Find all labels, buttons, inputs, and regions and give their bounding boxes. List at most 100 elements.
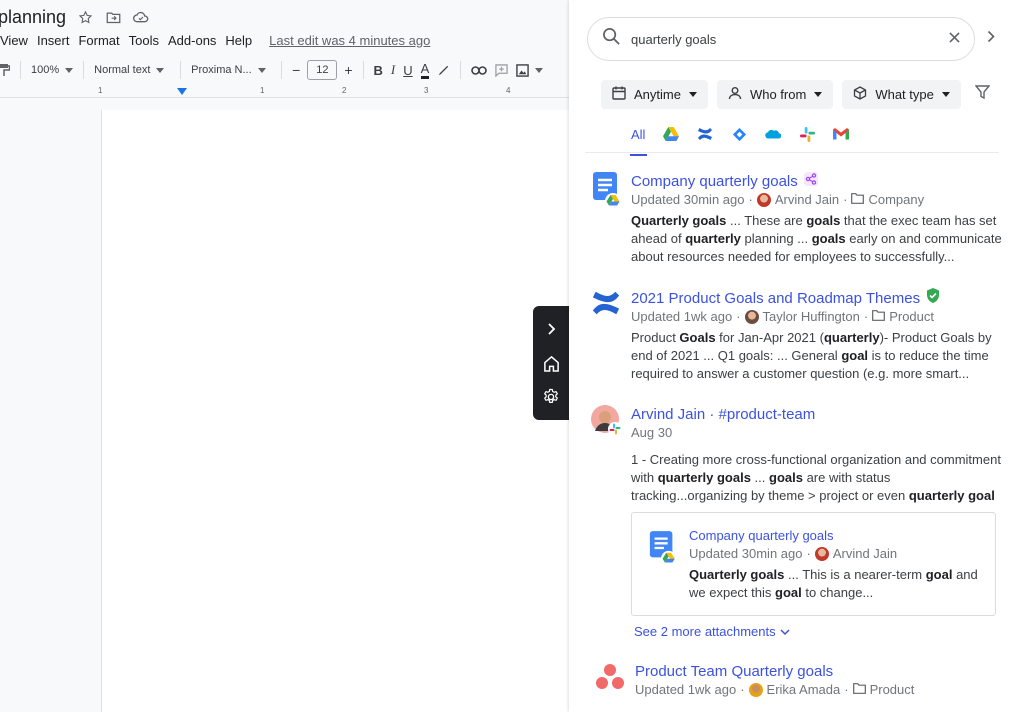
font-select[interactable]: Proxima N...: [187, 58, 275, 82]
result-snippet: Product Goals for Jan-Apr 2021 (quarterl…: [631, 329, 1003, 383]
collapse-panel-icon[interactable]: [987, 30, 995, 48]
text-color-label: A: [420, 61, 430, 79]
snippet-text: ...: [750, 470, 769, 485]
result-body: Product Team Quarterly goals Updated 1wk…: [635, 662, 1007, 699]
filter-what-type[interactable]: What type: [842, 80, 961, 109]
font-size-input[interactable]: 12: [307, 60, 338, 80]
snippet-text: for Jan-Apr 2021 (: [715, 330, 824, 345]
filter-what-type-label: What type: [875, 87, 934, 102]
underline-button[interactable]: U: [399, 58, 416, 82]
clear-search-icon[interactable]: [949, 30, 960, 48]
folder-icon: [852, 681, 866, 699]
google-docs-icon: [648, 531, 678, 570]
snippet-highlight: goal: [841, 348, 869, 363]
result-snippet: 1 - Creating more cross-functional organ…: [631, 451, 1003, 505]
more-attachments-link[interactable]: See 2 more attachments: [634, 624, 790, 639]
style-select[interactable]: Normal text: [90, 58, 174, 82]
docs-menu-bar: View Insert Format Tools Add-ons Help La…: [0, 31, 439, 49]
home-icon[interactable]: [541, 353, 561, 373]
chevron-right-icon[interactable]: [541, 319, 561, 339]
menu-addons[interactable]: Add-ons: [168, 33, 216, 48]
filter-anytime[interactable]: Anytime: [601, 80, 708, 109]
menu-insert[interactable]: Insert: [37, 33, 70, 48]
menu-tools[interactable]: Tools: [129, 33, 159, 48]
result-title-row: Arvind Jain · #product-team: [631, 405, 1003, 424]
doc-title[interactable]: planning: [0, 7, 66, 28]
attachment-snippet: Quarterly goals ... This is a nearer-ter…: [689, 566, 989, 602]
asana-icon: [595, 662, 627, 694]
result-title-row: Company quarterly goals: [631, 172, 1003, 191]
last-edit-link[interactable]: Last edit was 4 minutes ago: [269, 33, 430, 48]
star-icon[interactable]: [76, 8, 94, 26]
attachment-meta: Updated 30min ago · Arvind Jain: [689, 545, 989, 563]
result-location[interactable]: Product: [870, 681, 915, 699]
search-box[interactable]: quarterly goals: [587, 17, 975, 61]
ruler[interactable]: 1 1 2 3 4: [0, 86, 570, 98]
screen: planning View Insert Format Tools Add-on…: [0, 0, 1015, 712]
jira-icon[interactable]: [731, 126, 747, 142]
result-title[interactable]: 2021 Product Goals and Roadmap Themes: [631, 289, 920, 308]
link-icon[interactable]: [467, 58, 491, 82]
zoom-select[interactable]: 100%: [27, 58, 77, 82]
text-color-button[interactable]: A: [417, 58, 434, 82]
shared-icon: [803, 172, 818, 191]
move-folder-icon[interactable]: [104, 8, 122, 26]
result-snippet: Quarterly goals ... These are goals that…: [631, 212, 1003, 266]
result-author[interactable]: Arvind Jain: [775, 191, 839, 209]
snippet-text: Product: [631, 330, 680, 345]
menu-help[interactable]: Help: [225, 33, 252, 48]
insert-image-icon[interactable]: [512, 58, 547, 82]
result-date: Aug 30: [631, 425, 673, 440]
google-drive-icon[interactable]: [663, 126, 680, 142]
result-location[interactable]: Product: [889, 308, 934, 326]
salesforce-icon[interactable]: [765, 126, 782, 142]
more-attachments-label: See 2 more attachments: [634, 624, 776, 639]
meta-dot: ·: [740, 682, 745, 697]
result-body: 2021 Product Goals and Roadmap Themes Up…: [631, 288, 1003, 383]
sidebar-toggle-panel: [533, 306, 569, 420]
italic-button[interactable]: I: [387, 58, 399, 82]
comment-icon[interactable]: [491, 58, 512, 82]
slack-icon[interactable]: [799, 126, 815, 142]
bold-button[interactable]: B: [370, 58, 387, 82]
result-location[interactable]: Company: [868, 191, 924, 209]
tab-all[interactable]: All: [629, 127, 648, 156]
highlight-pen-icon[interactable]: [433, 58, 454, 82]
gear-icon[interactable]: [541, 387, 561, 407]
attachment-title[interactable]: Company quarterly goals: [689, 527, 989, 545]
ruler-mark: 3: [424, 86, 429, 95]
document-page[interactable]: [101, 110, 571, 712]
search-input[interactable]: quarterly goals: [631, 32, 949, 47]
toolbar-divider: [20, 61, 21, 79]
toolbar-divider: [281, 61, 283, 79]
cloud-saved-icon[interactable]: [132, 8, 150, 26]
result-title[interactable]: Arvind Jain · #product-team: [631, 405, 815, 424]
confluence-icon[interactable]: [697, 126, 713, 142]
snippet-highlight: Quarterly goals: [689, 567, 785, 582]
result-author[interactable]: Erika Amada: [767, 681, 841, 699]
indent-marker-icon[interactable]: [177, 88, 187, 95]
menu-view[interactable]: View: [0, 33, 28, 48]
result-title[interactable]: Product Team Quarterly goals: [635, 662, 833, 681]
meta-dot: ·: [806, 546, 811, 561]
attachment-card[interactable]: Company quarterly goals Updated 30min ag…: [631, 512, 996, 616]
snippet-highlight: quarterly goals: [657, 470, 751, 485]
search-panel: quarterly goals Anytime Who from What ty…: [569, 0, 1015, 712]
result-meta: Updated 1wk ago · Erika Amada · Product: [635, 681, 1007, 699]
filter-who-from[interactable]: Who from: [716, 80, 834, 109]
docs-editor: planning View Insert Format Tools Add-on…: [0, 0, 571, 712]
filter-funnel-icon[interactable]: [974, 85, 991, 104]
dropdown-caret-icon: [688, 92, 697, 101]
menu-format[interactable]: Format: [78, 33, 119, 48]
font-size-decrease-button[interactable]: −: [288, 58, 304, 82]
toolbar-divider: [362, 61, 364, 79]
result-updated: Updated 1wk ago: [631, 309, 733, 324]
result-title[interactable]: Company quarterly goals: [631, 172, 798, 191]
font-size-increase-button[interactable]: +: [340, 58, 356, 82]
result-author[interactable]: Taylor Huffington: [763, 308, 860, 326]
result-meta: Aug 30: [631, 424, 1003, 442]
attachment-author[interactable]: Arvind Jain: [833, 545, 897, 563]
google-docs-icon: [591, 172, 623, 209]
paint-format-icon[interactable]: [0, 58, 14, 82]
gmail-icon[interactable]: [833, 126, 850, 142]
